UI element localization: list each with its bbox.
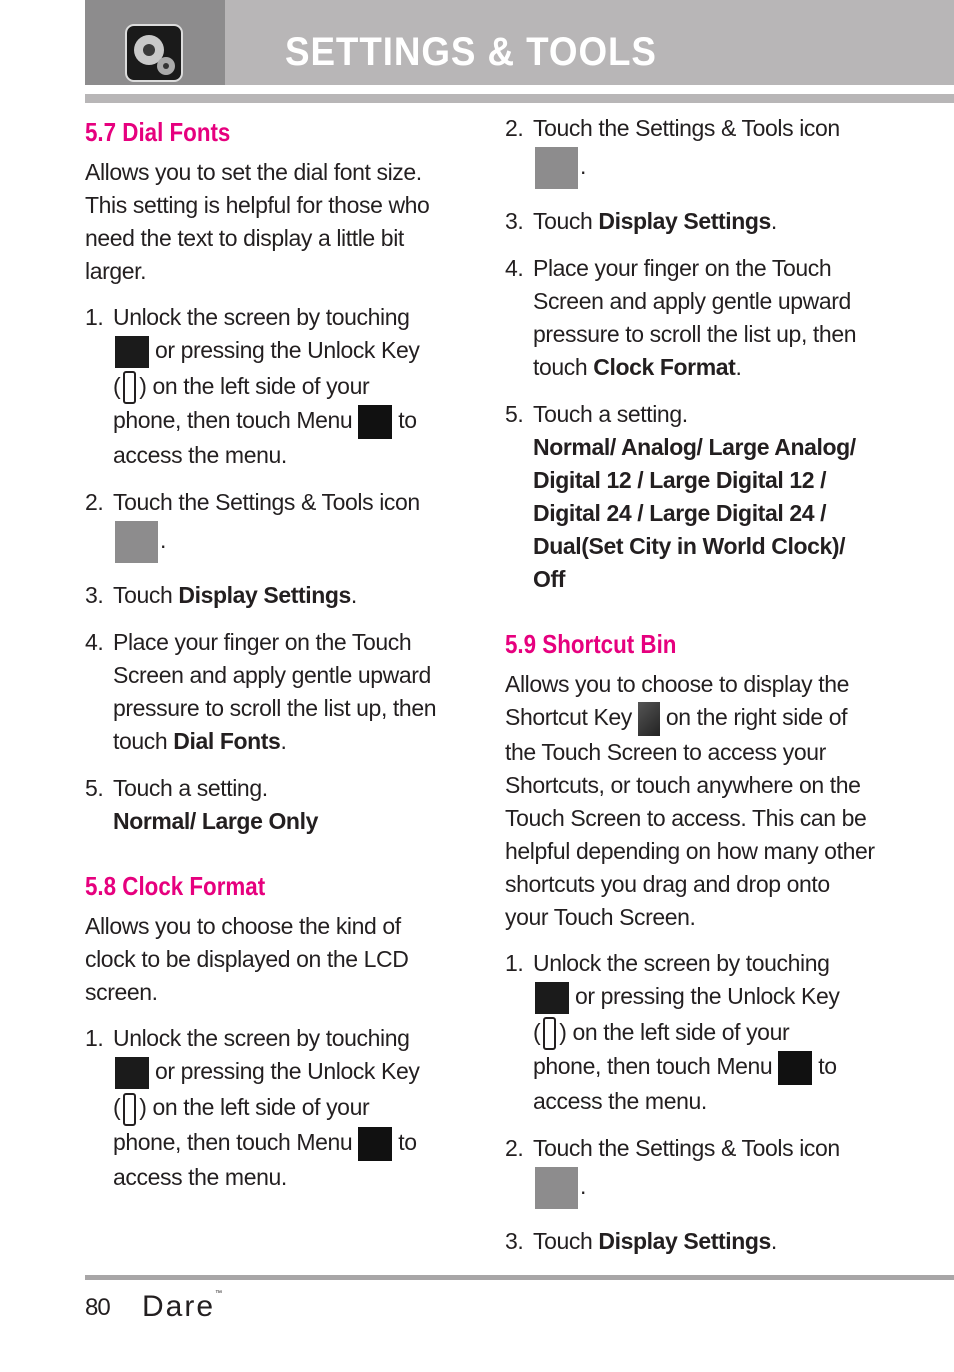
step-item: 3. Touch Display Settings. — [85, 582, 357, 609]
setting-options: Normal/ Analog/ Large Analog/ Digital 12… — [533, 434, 856, 592]
step-item: 1. Unlock the screen by touching or pres… — [505, 949, 840, 1115]
step-item: 4. Place your finger on the Touch Screen… — [85, 629, 437, 755]
unlock-key-icon — [123, 371, 137, 405]
brand-logo: Dare™ — [142, 1290, 225, 1323]
menu-icon — [358, 405, 393, 440]
menu-icon — [778, 1051, 813, 1086]
right-column: 2. Touch the Settings & Tools icon . 3. … — [505, 112, 877, 1272]
step-item: 5. Touch a setting. Normal/ Large Only — [85, 775, 318, 835]
clock-format-steps-continued: 2. Touch the Settings & Tools icon . 3. … — [505, 112, 877, 596]
dial-fonts-steps: 1. Unlock the screen by touching or pres… — [85, 301, 457, 838]
step-item: 2. Touch the Settings & Tools icon . — [85, 486, 457, 565]
step-item: 1. Unlock the screen by touching or pres… — [85, 304, 420, 469]
step-item: 3. Touch Display Settings. — [505, 1228, 777, 1255]
clock-format-steps: 1. Unlock the screen by touching or pres… — [85, 1022, 457, 1193]
dial-fonts-intro: Allows you to set the dial font size. Th… — [85, 159, 430, 284]
step-item: 5. Touch a setting. Normal/ Analog/ Larg… — [505, 401, 856, 592]
clock-format-intro: Allows you to choose the kind of clock t… — [85, 913, 409, 1006]
step-item: 1. Unlock the screen by touching or pres… — [85, 1025, 420, 1190]
step-item: 2. Touch the Settings & Tools icon . — [505, 112, 877, 191]
section-title-shortcut-bin: 5.9 Shortcut Bin — [505, 629, 677, 659]
page-number: 80 — [85, 1294, 111, 1321]
left-column: 5.7 Dial Fonts Allows you to set the dia… — [85, 112, 457, 1208]
header-divider — [85, 94, 954, 103]
menu-icon — [358, 1126, 393, 1161]
chapter-header: SETTINGS & TOOLS — [85, 0, 954, 85]
settings-tools-gear-icon — [125, 24, 183, 82]
chapter-title: SETTINGS & TOOLS — [285, 30, 657, 74]
lock-icon — [115, 1057, 149, 1090]
section-title-clock-format: 5.8 Clock Format — [85, 871, 266, 902]
shortcut-key-icon — [637, 701, 660, 736]
lock-icon — [535, 981, 569, 1014]
settings-tools-icon — [115, 521, 158, 564]
unlock-key-icon — [543, 1017, 557, 1051]
setting-options: Normal/ Large Only — [113, 808, 318, 835]
step-item: 2. Touch the Settings & Tools icon . — [505, 1132, 877, 1211]
settings-tools-icon — [535, 1167, 578, 1210]
header-icon-block — [85, 0, 225, 85]
shortcut-bin-intro: Allows you to choose to display the Shor… — [505, 671, 875, 930]
settings-tools-icon — [535, 147, 578, 189]
step-item: 3. Touch Display Settings. — [505, 208, 777, 234]
unlock-key-icon — [123, 1092, 137, 1126]
shortcut-bin-steps: 1. Unlock the screen by touching or pres… — [505, 947, 877, 1258]
lock-icon — [115, 336, 149, 368]
step-item: 4. Place your finger on the Touch Screen… — [505, 255, 857, 380]
footer-divider — [85, 1275, 954, 1280]
section-title-dial-fonts: 5.7 Dial Fonts — [85, 117, 231, 147]
